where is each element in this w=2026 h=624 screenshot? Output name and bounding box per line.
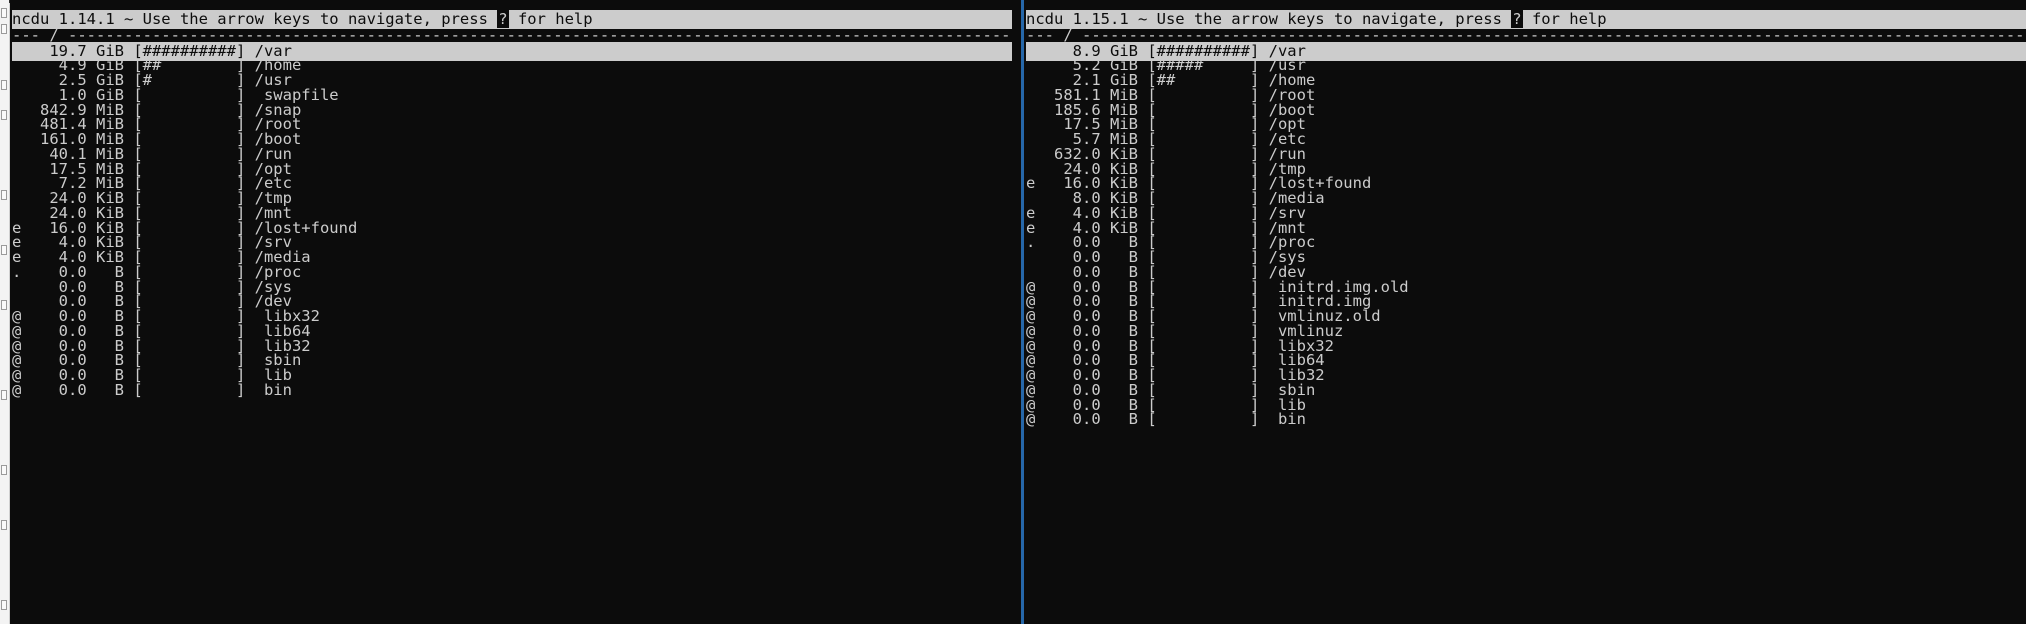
gutter-mark — [1, 190, 7, 200]
gutter-mark — [1, 110, 7, 120]
list-item[interactable]: @ 0.0 B [ ] bin — [12, 381, 1012, 400]
list-item-text: @ 0.0 B [ ] bin — [12, 380, 292, 399]
gutter-mark — [1, 300, 7, 310]
gutter-mark — [1, 24, 7, 34]
gutter-mark — [1, 465, 7, 475]
list-item-text: @ 0.0 B [ ] bin — [1026, 410, 1306, 429]
gutter-mark — [1, 520, 7, 530]
gutter-mark — [1, 390, 7, 400]
terminal-pane-left[interactable]: ncdu 1.14.1 ~ Use the arrow keys to navi… — [10, 0, 1021, 624]
gutter-mark — [1, 245, 7, 255]
terminal-pane-right[interactable]: ncdu 1.15.1 ~ Use the arrow keys to navi… — [1024, 0, 2026, 624]
gutter-mark — [1, 80, 7, 90]
gutter-mark — [1, 600, 7, 610]
gutter-mark — [1, 8, 7, 18]
window-gutter — [0, 0, 10, 624]
list-item[interactable]: @ 0.0 B [ ] bin — [1026, 410, 2026, 429]
